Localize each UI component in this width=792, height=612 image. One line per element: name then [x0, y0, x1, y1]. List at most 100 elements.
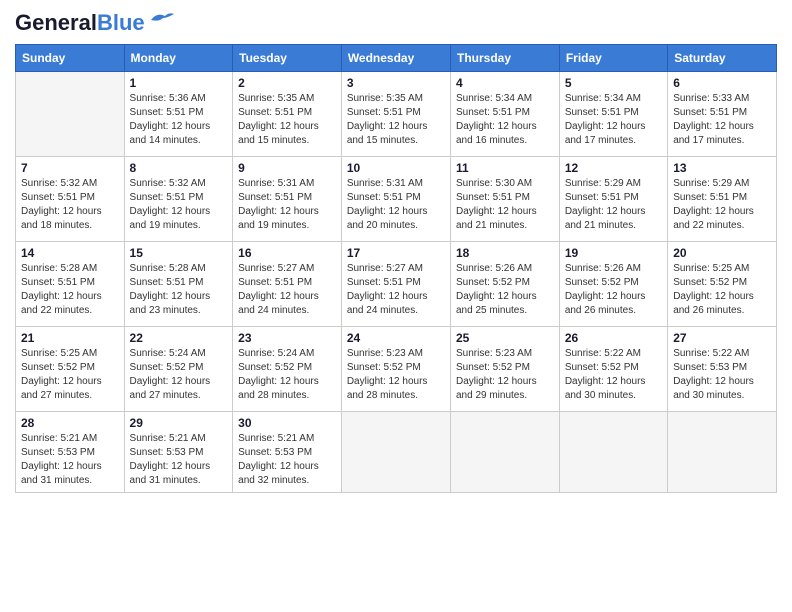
calendar-cell: 30 Sunrise: 5:21 AM Sunset: 5:53 PM Dayli…: [233, 412, 342, 493]
calendar-cell: 8 Sunrise: 5:32 AM Sunset: 5:51 PM Daylig…: [124, 157, 233, 242]
calendar-cell: 25Sunrise: 5:23 AM Sunset: 5:52 PM Dayli…: [450, 327, 559, 412]
day-number: 20: [673, 246, 771, 260]
day-info: Sunrise: 5:26 AM Sunset: 5:52 PM Dayligh…: [565, 262, 662, 318]
day-header-tuesday: Tuesday: [233, 45, 342, 72]
calendar-cell: 17Sunrise: 5:27 AM Sunset: 5:51 PM Dayli…: [341, 242, 450, 327]
day-info: Sunrise: 5:32 AM Sunset: 5:51 PM Dayligh…: [21, 177, 119, 233]
day-number: 26: [565, 331, 662, 345]
day-info: Sunrise: 5:24 AM Sunset: 5:52 PM Dayligh…: [238, 347, 336, 403]
day-header-wednesday: Wednesday: [341, 45, 450, 72]
logo-blue: Blue: [97, 10, 145, 35]
day-number: 29: [130, 416, 228, 430]
calendar-cell: 20 Sunrise: 5:25 AM Sunset: 5:52 PM Dayli…: [668, 242, 777, 327]
day-info: Sunrise: 5:22 AM Sunset: 5:52 PM Dayligh…: [565, 347, 662, 403]
day-info: Sunrise: 5:24 AM Sunset: 5:52 PM Dayligh…: [130, 347, 228, 403]
day-number: 27: [673, 331, 771, 345]
day-number: 13: [673, 161, 771, 175]
calendar-cell: [668, 412, 777, 493]
calendar-cell: 9 Sunrise: 5:31 AM Sunset: 5:51 PM Daylig…: [233, 157, 342, 242]
day-number: 8: [130, 161, 228, 175]
day-number: 19: [565, 246, 662, 260]
calendar-cell: 6 Sunrise: 5:33 AM Sunset: 5:51 PM Daylig…: [668, 72, 777, 157]
calendar-cell: 11 Sunrise: 5:30 AM Sunset: 5:51 PM Dayli…: [450, 157, 559, 242]
calendar-cell: 12Sunrise: 5:29 AM Sunset: 5:51 PM Dayli…: [559, 157, 667, 242]
day-number: 22: [130, 331, 228, 345]
day-header-monday: Monday: [124, 45, 233, 72]
day-info: Sunrise: 5:36 AM Sunset: 5:51 PM Dayligh…: [130, 92, 228, 148]
day-info: Sunrise: 5:32 AM Sunset: 5:51 PM Dayligh…: [130, 177, 228, 233]
day-info: Sunrise: 5:29 AM Sunset: 5:51 PM Dayligh…: [565, 177, 662, 233]
day-info: Sunrise: 5:28 AM Sunset: 5:51 PM Dayligh…: [21, 262, 119, 318]
day-number: 1: [130, 76, 228, 90]
week-row-5: 28 Sunrise: 5:21 AM Sunset: 5:53 PM Dayli…: [16, 412, 777, 493]
calendar-cell: 21 Sunrise: 5:25 AM Sunset: 5:52 PM Dayli…: [16, 327, 125, 412]
day-number: 15: [130, 246, 228, 260]
header: GeneralBlue: [15, 10, 777, 36]
calendar-cell: 23 Sunrise: 5:24 AM Sunset: 5:52 PM Dayli…: [233, 327, 342, 412]
day-number: 5: [565, 76, 662, 90]
week-row-3: 14 Sunrise: 5:28 AM Sunset: 5:51 PM Dayli…: [16, 242, 777, 327]
calendar-cell: 29Sunrise: 5:21 AM Sunset: 5:53 PM Dayli…: [124, 412, 233, 493]
calendar-cell: 28 Sunrise: 5:21 AM Sunset: 5:53 PM Dayli…: [16, 412, 125, 493]
day-number: 6: [673, 76, 771, 90]
day-info: Sunrise: 5:33 AM Sunset: 5:51 PM Dayligh…: [673, 92, 771, 148]
day-info: Sunrise: 5:26 AM Sunset: 5:52 PM Dayligh…: [456, 262, 554, 318]
day-number: 14: [21, 246, 119, 260]
day-number: 11: [456, 161, 554, 175]
day-header-sunday: Sunday: [16, 45, 125, 72]
logo-general: General: [15, 10, 97, 35]
calendar-cell: 16 Sunrise: 5:27 AM Sunset: 5:51 PM Dayli…: [233, 242, 342, 327]
calendar-cell: 4 Sunrise: 5:34 AM Sunset: 5:51 PM Daylig…: [450, 72, 559, 157]
calendar-cell: 7 Sunrise: 5:32 AM Sunset: 5:51 PM Daylig…: [16, 157, 125, 242]
day-header-thursday: Thursday: [450, 45, 559, 72]
calendar-cell: [450, 412, 559, 493]
calendar-header-row: SundayMondayTuesdayWednesdayThursdayFrid…: [16, 45, 777, 72]
day-info: Sunrise: 5:27 AM Sunset: 5:51 PM Dayligh…: [347, 262, 445, 318]
week-row-2: 7 Sunrise: 5:32 AM Sunset: 5:51 PM Daylig…: [16, 157, 777, 242]
calendar-cell: 13Sunrise: 5:29 AM Sunset: 5:51 PM Dayli…: [668, 157, 777, 242]
logo: GeneralBlue: [15, 10, 175, 36]
day-number: 23: [238, 331, 336, 345]
calendar-cell: 24Sunrise: 5:23 AM Sunset: 5:52 PM Dayli…: [341, 327, 450, 412]
day-info: Sunrise: 5:27 AM Sunset: 5:51 PM Dayligh…: [238, 262, 336, 318]
day-number: 16: [238, 246, 336, 260]
logo-text: GeneralBlue: [15, 10, 145, 36]
week-row-1: 1 Sunrise: 5:36 AM Sunset: 5:51 PM Daylig…: [16, 72, 777, 157]
day-info: Sunrise: 5:22 AM Sunset: 5:53 PM Dayligh…: [673, 347, 771, 403]
day-info: Sunrise: 5:35 AM Sunset: 5:51 PM Dayligh…: [347, 92, 445, 148]
calendar-cell: 27 Sunrise: 5:22 AM Sunset: 5:53 PM Dayli…: [668, 327, 777, 412]
day-info: Sunrise: 5:34 AM Sunset: 5:51 PM Dayligh…: [565, 92, 662, 148]
day-info: Sunrise: 5:30 AM Sunset: 5:51 PM Dayligh…: [456, 177, 554, 233]
calendar-cell: [341, 412, 450, 493]
day-number: 30: [238, 416, 336, 430]
day-number: 7: [21, 161, 119, 175]
day-header-friday: Friday: [559, 45, 667, 72]
calendar-cell: 2 Sunrise: 5:35 AM Sunset: 5:51 PM Daylig…: [233, 72, 342, 157]
day-info: Sunrise: 5:21 AM Sunset: 5:53 PM Dayligh…: [21, 432, 119, 488]
calendar-cell: 15 Sunrise: 5:28 AM Sunset: 5:51 PM Dayli…: [124, 242, 233, 327]
day-number: 28: [21, 416, 119, 430]
calendar-cell: 1 Sunrise: 5:36 AM Sunset: 5:51 PM Daylig…: [124, 72, 233, 157]
day-info: Sunrise: 5:25 AM Sunset: 5:52 PM Dayligh…: [21, 347, 119, 403]
calendar-cell: [559, 412, 667, 493]
day-number: 4: [456, 76, 554, 90]
day-number: 2: [238, 76, 336, 90]
day-number: 9: [238, 161, 336, 175]
day-number: 21: [21, 331, 119, 345]
day-info: Sunrise: 5:25 AM Sunset: 5:52 PM Dayligh…: [673, 262, 771, 318]
day-info: Sunrise: 5:31 AM Sunset: 5:51 PM Dayligh…: [238, 177, 336, 233]
calendar-cell: 18 Sunrise: 5:26 AM Sunset: 5:52 PM Dayli…: [450, 242, 559, 327]
day-number: 25: [456, 331, 554, 345]
day-info: Sunrise: 5:35 AM Sunset: 5:51 PM Dayligh…: [238, 92, 336, 148]
day-info: Sunrise: 5:34 AM Sunset: 5:51 PM Dayligh…: [456, 92, 554, 148]
day-info: Sunrise: 5:31 AM Sunset: 5:51 PM Dayligh…: [347, 177, 445, 233]
calendar-cell: 22 Sunrise: 5:24 AM Sunset: 5:52 PM Dayli…: [124, 327, 233, 412]
logo-bird-icon: [147, 10, 175, 28]
day-number: 18: [456, 246, 554, 260]
day-info: Sunrise: 5:28 AM Sunset: 5:51 PM Dayligh…: [130, 262, 228, 318]
day-info: Sunrise: 5:21 AM Sunset: 5:53 PM Dayligh…: [238, 432, 336, 488]
calendar-cell: 19 Sunrise: 5:26 AM Sunset: 5:52 PM Dayli…: [559, 242, 667, 327]
calendar-table: SundayMondayTuesdayWednesdayThursdayFrid…: [15, 44, 777, 493]
calendar-cell: 5 Sunrise: 5:34 AM Sunset: 5:51 PM Daylig…: [559, 72, 667, 157]
week-row-4: 21 Sunrise: 5:25 AM Sunset: 5:52 PM Dayli…: [16, 327, 777, 412]
